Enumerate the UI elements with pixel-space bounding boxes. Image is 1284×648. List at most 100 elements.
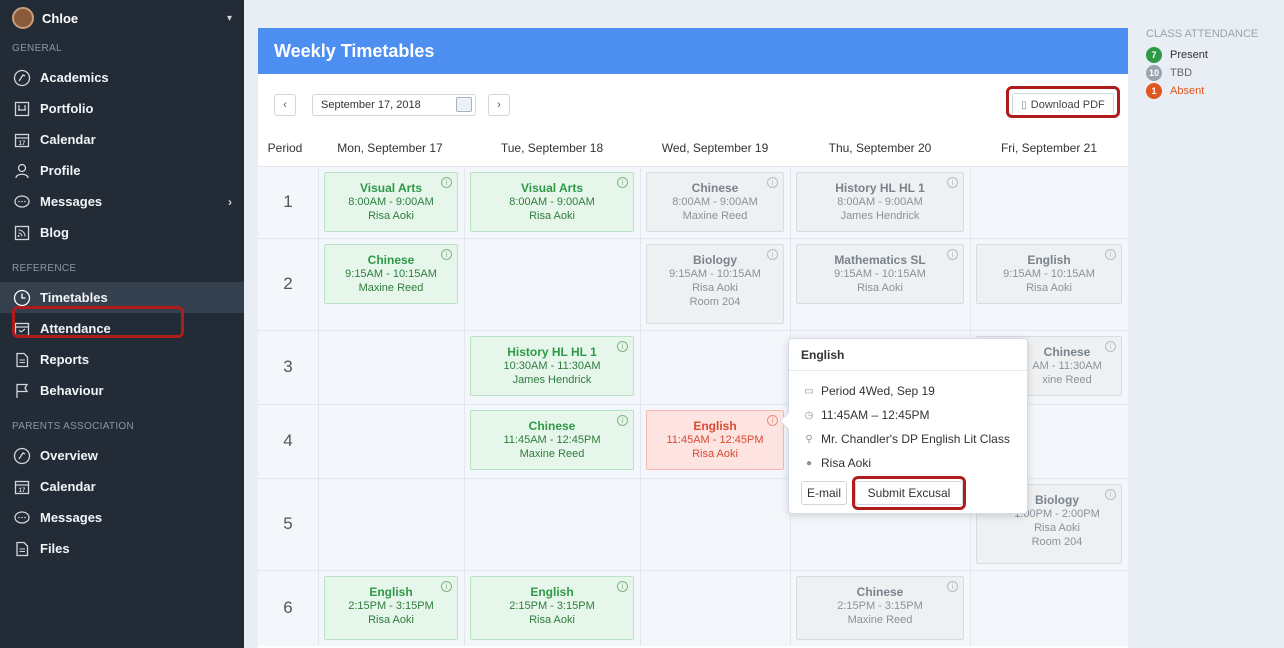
class-cell-absent[interactable]: i English 11:45AM - 12:45PM Risa Aoki	[646, 410, 784, 470]
class-cell[interactable]: i Chinese 11:45AM - 12:45PM Maxine Reed	[470, 410, 634, 470]
sidebar-item-profile[interactable]: Profile	[0, 155, 244, 186]
class-cell[interactable]: i Mathematics SL 9:15AM - 10:15AM Risa A…	[796, 244, 964, 304]
popover-location-text: Mr. Chandler's DP English Lit Class	[821, 432, 1010, 446]
submit-excusal-button[interactable]: Submit Excusal	[855, 481, 963, 505]
sidebar-item-label: Reports	[40, 352, 90, 367]
class-cell[interactable]: i Visual Arts 8:00AM - 9:00AM Risa Aoki	[324, 172, 458, 232]
class-room: Room 204	[1031, 536, 1083, 548]
class-cell[interactable]: i English 2:15PM - 3:15PM Risa Aoki	[470, 576, 634, 640]
info-icon[interactable]: i	[767, 177, 778, 188]
academics-icon	[12, 68, 32, 88]
svg-text:17: 17	[19, 141, 26, 147]
info-icon[interactable]: i	[767, 249, 778, 260]
sidebar-item-label: Blog	[40, 225, 69, 240]
date-input[interactable]: September 17, 2018	[312, 94, 476, 116]
class-teacher: Maxine Reed	[847, 614, 913, 626]
class-teacher: Risa Aoki	[692, 448, 738, 460]
sidebar-item-label: Calendar	[40, 132, 96, 147]
sidebar-item-label: Profile	[40, 163, 81, 178]
document-icon: ▯	[1021, 99, 1027, 111]
class-cell[interactable]: i English 2:15PM - 3:15PM Risa Aoki	[324, 576, 458, 640]
info-icon[interactable]: i	[947, 249, 958, 260]
info-icon[interactable]: i	[947, 581, 958, 592]
sidebar-item-calendar[interactable]: 17 Calendar	[0, 124, 244, 155]
info-icon[interactable]: i	[947, 177, 958, 188]
popover-teacher: ● Risa Aoki	[789, 451, 1027, 475]
info-icon[interactable]: i	[1105, 489, 1116, 500]
class-teacher: Maxine Reed	[358, 282, 424, 294]
clock-icon: ◷	[804, 409, 814, 421]
sidebar-item-label: Messages	[40, 194, 103, 209]
sidebar-item-portfolio[interactable]: Portfolio	[0, 93, 244, 124]
info-icon[interactable]: i	[617, 341, 628, 352]
class-cell[interactable]: i Chinese 9:15AM - 10:15AM Maxine Reed	[324, 244, 458, 304]
column-divider	[464, 166, 465, 646]
sidebar-item-timetables[interactable]: Timetables	[0, 282, 244, 313]
sidebar-item-parents-messages[interactable]: Messages	[0, 502, 244, 533]
download-pdf-button[interactable]: ▯ Download PDF	[1012, 93, 1114, 117]
popover-period-text: Period 4Wed, Sep 19	[821, 384, 935, 398]
info-icon[interactable]: i	[1105, 341, 1116, 352]
class-teacher: James Hendrick	[512, 374, 592, 386]
section-general: GENERAL	[12, 43, 62, 54]
messages-icon	[12, 192, 32, 212]
sidebar-item-blog[interactable]: Blog	[0, 217, 244, 248]
attendance-icon	[12, 319, 32, 339]
sidebar-item-overview[interactable]: Overview	[0, 440, 244, 471]
class-cell[interactable]: i Visual Arts 8:00AM - 9:00AM Risa Aoki	[470, 172, 634, 232]
class-title: Visual Arts	[359, 181, 423, 195]
period-number: 6	[283, 598, 293, 617]
info-icon[interactable]: i	[617, 581, 628, 592]
class-cell[interactable]: i History HL HL 1 8:00AM - 9:00AM James …	[796, 172, 964, 232]
sidebar-item-label: Overview	[40, 448, 98, 463]
legend-tbd: 10 TBD	[1146, 64, 1276, 82]
page-title: Weekly Timetables	[258, 28, 1128, 74]
header-thu: Thu, September 20	[828, 141, 932, 155]
class-cell[interactable]: i Chinese 8:00AM - 9:00AM Maxine Reed	[646, 172, 784, 232]
calendar-icon: 17	[12, 130, 32, 150]
sidebar-item-attendance[interactable]: Attendance	[0, 313, 244, 344]
class-cell[interactable]: i Biology 9:15AM - 10:15AM Risa Aoki Roo…	[646, 244, 784, 324]
column-divider	[318, 166, 319, 646]
sidebar-item-label: Academics	[40, 70, 109, 85]
calendar-icon: 17	[12, 477, 32, 497]
info-icon[interactable]: i	[441, 581, 452, 592]
sidebar-item-parents-calendar[interactable]: 17 Calendar	[0, 471, 244, 502]
info-icon[interactable]: i	[767, 415, 778, 426]
flag-icon	[12, 381, 32, 401]
user-menu[interactable]: Chloe ▾	[0, 0, 244, 36]
class-time: 10:30AM - 11:30AM	[503, 360, 601, 372]
sidebar-item-academics[interactable]: Academics	[0, 62, 244, 93]
class-cell[interactable]: i Chinese 2:15PM - 3:15PM Maxine Reed	[796, 576, 964, 640]
info-icon[interactable]: i	[617, 177, 628, 188]
sidebar-item-label: Files	[40, 541, 70, 556]
info-icon[interactable]: i	[1105, 249, 1116, 260]
sidebar-item-label: Attendance	[40, 321, 111, 336]
present-count-badge: 7	[1146, 47, 1162, 63]
class-title: English	[530, 585, 574, 599]
column-divider	[640, 166, 641, 646]
section-reference: REFERENCE	[12, 263, 77, 274]
calendar-picker-icon[interactable]	[456, 97, 472, 112]
class-attendance-legend: CLASS ATTENDANCE 7 Present 10 TBD 1 Abse…	[1146, 28, 1276, 100]
prev-week-button[interactable]: ‹	[274, 94, 296, 116]
popover-teacher-text: Risa Aoki	[821, 456, 872, 470]
sidebar-item-reports[interactable]: Reports	[0, 344, 244, 375]
class-title: Chinese	[856, 585, 904, 599]
class-title: History HL HL 1	[507, 345, 597, 359]
sidebar-item-messages[interactable]: Messages ›	[0, 186, 244, 217]
class-cell[interactable]: i History HL HL 1 10:30AM - 11:30AM Jame…	[470, 336, 634, 396]
info-icon[interactable]: i	[441, 177, 452, 188]
sidebar-item-behaviour[interactable]: Behaviour	[0, 375, 244, 406]
info-icon[interactable]: i	[617, 415, 628, 426]
email-button[interactable]: E-mail	[801, 481, 847, 505]
next-week-button[interactable]: ›	[488, 94, 510, 116]
class-cell[interactable]: i English 9:15AM - 10:15AM Risa Aoki	[976, 244, 1122, 304]
legend-absent: 1 Absent	[1146, 82, 1276, 100]
info-icon[interactable]: i	[441, 249, 452, 260]
chevron-down-icon[interactable]: ▾	[227, 13, 232, 24]
profile-icon	[12, 161, 32, 181]
sidebar-item-files[interactable]: Files	[0, 533, 244, 564]
header-mon: Mon, September 17	[337, 141, 443, 155]
sidebar: Chloe ▾ GENERAL Academics Portfolio 17 C…	[0, 0, 244, 648]
